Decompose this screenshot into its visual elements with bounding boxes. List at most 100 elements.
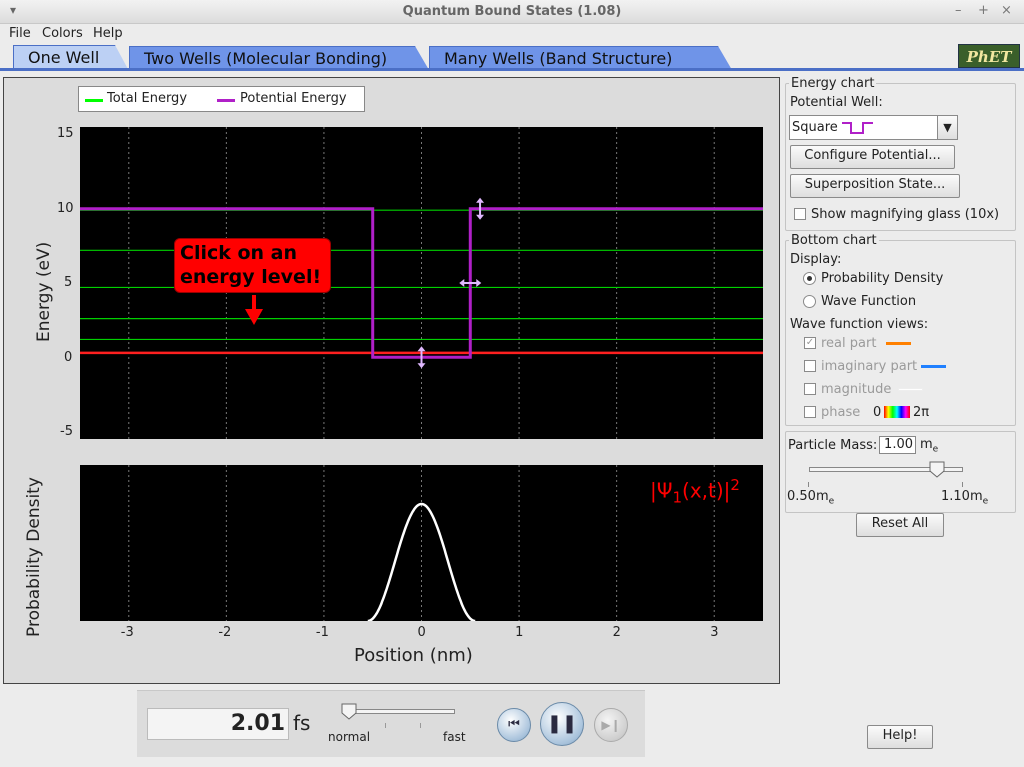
wave-function-radio[interactable] [803,295,816,308]
psi-label-main: |Ψ [650,478,673,503]
mass-max-label: 1.10me [941,489,988,507]
phase-checkbox[interactable] [804,406,816,418]
mass-unit-symbol: m [920,437,933,452]
y-tick: 5 [64,275,73,290]
real-part-label: real part [821,336,877,351]
wf-views-label: Wave function views: [790,317,929,332]
bottom-chart-group-title: Bottom chart [789,233,879,248]
tab-underline [0,68,1024,71]
superposition-state-button[interactable]: Superposition State... [790,174,960,198]
real-part-checkbox[interactable]: ✓ [804,337,816,349]
mass-unit-label: me [920,437,938,455]
menu-colors[interactable]: Colors [42,26,83,41]
particle-mass-slider-thumb[interactable] [929,461,945,478]
bottom-chart-group [785,240,1016,426]
x-tick: -3 [120,625,134,640]
phet-logo: PhET [958,44,1020,68]
imaginary-part-swatch [921,365,946,368]
phase-start-label: 0 [873,405,882,420]
mass-max-tick [962,482,963,487]
time-readout: 2.01 [147,708,289,740]
psi-label-rest: (x,t)| [682,478,731,503]
prob-density-radio[interactable] [803,272,816,285]
legend-potential-label: Potential Energy [240,91,347,106]
maximize-icon[interactable]: + [978,3,989,18]
x-tick: 3 [710,625,719,640]
close-icon[interactable]: × [1001,3,1012,18]
tab-bar: One Well Two Wells (Molecular Bonding) M… [0,44,1024,76]
phase-color-strip [884,406,910,418]
help-button[interactable]: Help! [867,725,933,749]
time-unit-label: fs [293,711,311,735]
chart-legend: Total Energy Potential Energy [78,86,365,112]
speed-slider-thumb[interactable] [341,703,357,720]
potential-well-value: Square [792,120,838,135]
prob-density-label: Probability Density [821,271,944,286]
mass-max-text: 1.10m [941,489,983,504]
x-tick: -1 [315,625,329,640]
particle-mass-input[interactable]: 1.00 [879,436,916,454]
magnify-checkbox[interactable] [794,208,806,220]
speed-fast-label: fast [443,730,466,744]
psi-label-sup: 2 [730,476,740,494]
pause-button[interactable]: ❚❚ [540,702,584,746]
phase-label: phase [821,405,861,420]
step-button[interactable]: ▶❙ [594,708,628,742]
mass-max-sub: e [982,496,989,507]
y-tick: 15 [57,126,74,141]
magnitude-checkbox[interactable] [804,383,816,395]
magnify-label: Show magnifying glass (10x) [811,207,1000,222]
menu-file[interactable]: File [9,26,31,41]
down-arrow-icon [245,295,263,325]
mass-min-sub: e [828,496,835,507]
rewind-button[interactable]: ⏮ [497,708,531,742]
legend-potential-swatch [217,99,235,102]
magnitude-swatch [898,388,923,391]
x-tick: -2 [218,625,232,640]
legend-total-swatch [85,99,103,102]
tab-two-wells[interactable]: Two Wells (Molecular Bonding) [129,46,429,70]
speed-normal-label: normal [328,730,371,744]
particle-mass-label: Particle Mass: [788,438,878,453]
energy-axis-label: Energy (eV) [34,241,54,342]
mass-min-tick [808,482,809,487]
pause-icon: ❚❚ [546,713,578,734]
wave-function-label: Wave Function [821,294,917,309]
imaginary-part-checkbox[interactable] [804,360,816,372]
square-well-icon [842,122,873,134]
psi-label: |Ψ1(x,t)|2 [650,476,740,507]
imaginary-part-label: imaginary part [821,359,918,374]
speed-tick [420,723,421,728]
step-icon: ▶❙ [601,718,621,732]
speed-tick [385,723,386,728]
mass-min-label: 0.50me [787,489,834,507]
y-tick: 10 [57,201,74,216]
x-tick: 0 [417,625,426,640]
phase-end-label: 2π [913,405,930,420]
position-axis-label: Position (nm) [354,645,473,666]
display-label: Display: [790,252,842,267]
minimize-icon[interactable]: – [955,3,962,18]
y-tick: -5 [60,424,73,439]
tab-many-wells[interactable]: Many Wells (Band Structure) [429,46,732,70]
psi-label-sub: 1 [672,488,683,507]
x-tick: 2 [612,625,621,640]
probability-axis-label: Probability Density [24,477,44,637]
potential-well-select[interactable]: Square [789,115,938,140]
mass-min-text: 0.50m [787,489,829,504]
reset-all-button[interactable]: Reset All [856,513,944,537]
chevron-down-icon[interactable]: ▼ [937,115,958,140]
legend-total-label: Total Energy [107,91,188,106]
rewind-icon: ⏮ [508,717,520,732]
hint-callout: Click on an energy level! [174,238,331,293]
configure-potential-button[interactable]: Configure Potential... [790,145,955,169]
menu-bar: File Colors Help [0,24,1024,44]
speed-slider-track[interactable] [347,709,455,714]
x-tick: 1 [515,625,524,640]
energy-chart-group-title: Energy chart [789,76,877,91]
mass-unit-sub: e [932,444,939,455]
window-title: Quantum Bound States (1.08) [402,4,622,19]
title-bar: ▾ Quantum Bound States (1.08) – + × [0,0,1024,24]
potential-well-label: Potential Well: [790,95,883,110]
menu-help[interactable]: Help [93,26,123,41]
